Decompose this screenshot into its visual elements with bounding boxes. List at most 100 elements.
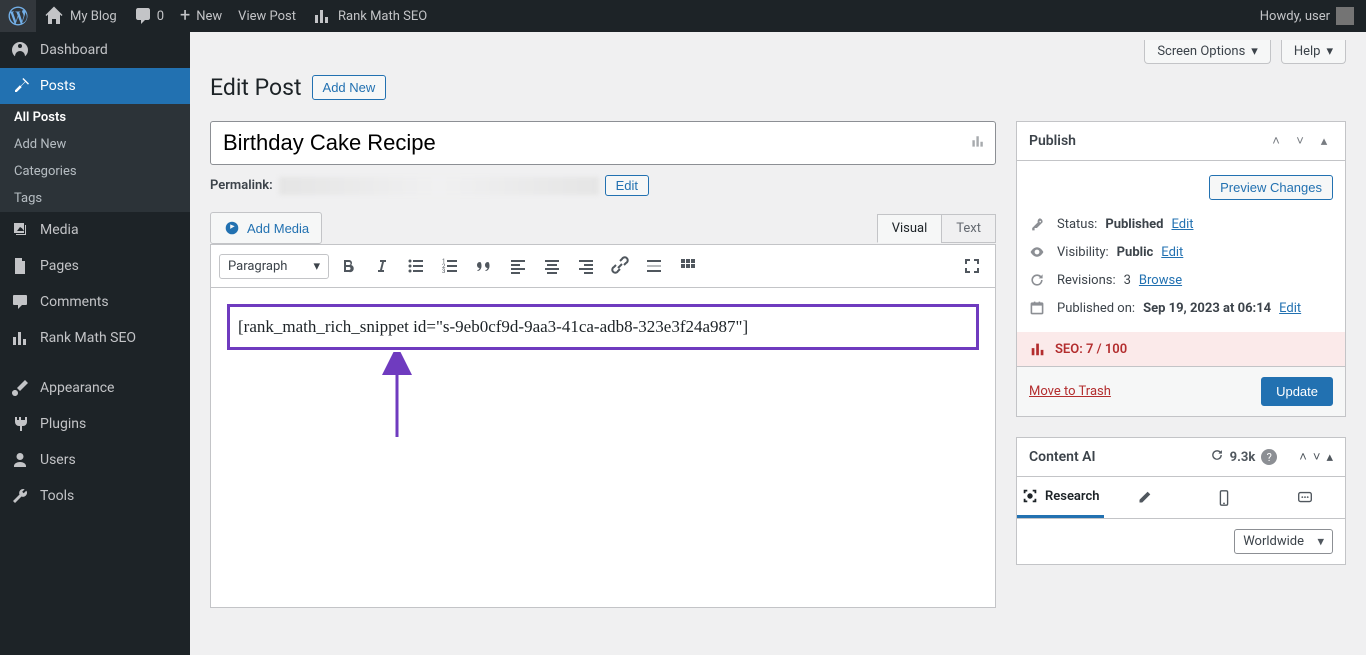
editor-tab-visual[interactable]: Visual xyxy=(877,214,943,243)
content-ai-metabox: Content AI 9.3k ? ˄ ˅ ▴ xyxy=(1016,437,1346,565)
sidebar-item-posts[interactable]: Posts xyxy=(0,68,190,104)
preview-changes-button[interactable]: Preview Changes xyxy=(1209,175,1333,200)
align-center-button[interactable] xyxy=(537,251,567,281)
readmore-button[interactable] xyxy=(639,251,669,281)
metabox-move-down[interactable]: ˅ xyxy=(1291,132,1309,150)
number-list-button[interactable]: 123 xyxy=(435,251,465,281)
blockquote-button[interactable] xyxy=(469,251,499,281)
editor-tab-text[interactable]: Text xyxy=(941,214,996,243)
phone-icon xyxy=(1215,489,1233,507)
visibility-edit-link[interactable]: Edit xyxy=(1161,245,1183,260)
shortcode-highlight: [rank_math_rich_snippet id="s-9eb0cf9d-9… xyxy=(227,304,979,350)
dashboard-icon xyxy=(10,40,30,60)
chat-icon xyxy=(1296,489,1314,507)
metabox-toggle[interactable]: ▴ xyxy=(1326,450,1333,465)
chevron-down-icon: ▾ xyxy=(313,259,320,274)
bullet-list-button[interactable] xyxy=(401,251,431,281)
content-ai-tab-chat[interactable] xyxy=(1265,477,1346,518)
metabox-move-down[interactable]: ˅ xyxy=(1313,449,1321,465)
sidebar-item-plugins[interactable]: Plugins xyxy=(0,406,190,442)
account-link[interactable]: Howdy, user xyxy=(1252,0,1362,32)
metabox-move-up[interactable]: ˄ xyxy=(1299,449,1307,465)
pencil-icon xyxy=(1135,489,1153,507)
comments-link[interactable]: 0 xyxy=(125,0,172,32)
sidebar-item-appearance[interactable]: Appearance xyxy=(0,370,190,406)
publish-metabox: Publish ˄ ˅ ▴ Preview Changes Status: Pu… xyxy=(1016,121,1346,417)
rank-math-title-icon[interactable] xyxy=(970,133,986,153)
sidebar-subitem-add-new[interactable]: Add New xyxy=(0,131,190,158)
update-button[interactable]: Update xyxy=(1261,377,1333,406)
bold-button[interactable] xyxy=(333,251,363,281)
new-content-link[interactable]: + New xyxy=(172,0,230,32)
chevron-down-icon: ▾ xyxy=(1251,44,1258,59)
site-name-link[interactable]: My Blog xyxy=(36,0,125,32)
sidebar-item-pages[interactable]: Pages xyxy=(0,248,190,284)
comment-icon xyxy=(133,6,153,26)
sidebar-item-rank-math[interactable]: Rank Math SEO xyxy=(0,320,190,356)
rank-math-adminbar-link[interactable]: Rank Math SEO xyxy=(304,0,435,32)
metabox-move-up[interactable]: ˄ xyxy=(1267,132,1285,150)
chart-bar-icon xyxy=(1029,340,1047,358)
visibility-value: Public xyxy=(1117,245,1154,260)
media-icon xyxy=(223,219,241,237)
published-edit-link[interactable]: Edit xyxy=(1279,301,1301,316)
format-select[interactable]: Paragraph▾ xyxy=(219,254,329,279)
screen-options-tab[interactable]: Screen Options▾ xyxy=(1144,40,1271,64)
sidebar-subitem-categories[interactable]: Categories xyxy=(0,158,190,185)
content-ai-tab-write[interactable] xyxy=(1104,477,1185,518)
key-icon xyxy=(1029,216,1049,232)
content-ai-credits: 9.3k xyxy=(1230,450,1256,465)
move-to-trash-link[interactable]: Move to Trash xyxy=(1029,384,1111,399)
page-content: Screen Options▾ Help▾ Edit Post Add New … xyxy=(190,32,1366,655)
permalink-label: Permalink: xyxy=(210,178,273,193)
wp-logo[interactable] xyxy=(0,0,36,32)
content-ai-tab-phone[interactable] xyxy=(1184,477,1265,518)
revisions-browse-link[interactable]: Browse xyxy=(1139,273,1182,288)
help-tab[interactable]: Help▾ xyxy=(1281,40,1346,64)
status-value: Published xyxy=(1105,217,1163,232)
revisions-icon xyxy=(1029,272,1049,288)
permalink-edit-button[interactable]: Edit xyxy=(605,175,649,196)
status-edit-link[interactable]: Edit xyxy=(1171,217,1193,232)
sidebar-subitem-all-posts[interactable]: All Posts xyxy=(0,104,190,131)
link-button[interactable] xyxy=(605,251,635,281)
page-icon xyxy=(10,256,30,276)
sidebar-item-tools[interactable]: Tools xyxy=(0,478,190,514)
view-post-link[interactable]: View Post xyxy=(230,0,304,32)
content-ai-region-select[interactable]: Worldwide xyxy=(1234,529,1333,554)
pin-icon xyxy=(10,76,30,96)
italic-button[interactable] xyxy=(367,251,397,281)
chevron-down-icon: ▾ xyxy=(1326,44,1333,59)
admin-bar: My Blog 0 + New View Post Rank Math SEO … xyxy=(0,0,1366,32)
metabox-toggle[interactable]: ▴ xyxy=(1315,132,1333,150)
help-icon[interactable]: ? xyxy=(1261,449,1277,465)
align-left-button[interactable] xyxy=(503,251,533,281)
annotation-arrow xyxy=(367,352,427,442)
eye-icon xyxy=(1029,244,1049,260)
seo-score-banner[interactable]: SEO: 7 / 100 xyxy=(1017,332,1345,366)
fullscreen-button[interactable] xyxy=(957,251,987,281)
side-column: Publish ˄ ˅ ▴ Preview Changes Status: Pu… xyxy=(1016,121,1346,585)
editor-body[interactable]: [rank_math_rich_snippet id="s-9eb0cf9d-9… xyxy=(210,288,996,608)
align-right-button[interactable] xyxy=(571,251,601,281)
admin-sidebar: Dashboard Posts All Posts Add New Catego… xyxy=(0,32,190,655)
svg-text:3: 3 xyxy=(442,268,445,275)
refresh-icon[interactable] xyxy=(1210,448,1224,466)
sidebar-item-users[interactable]: Users xyxy=(0,442,190,478)
add-media-button[interactable]: Add Media xyxy=(210,212,322,244)
published-label: Published on: xyxy=(1057,301,1135,316)
wordpress-icon xyxy=(8,6,28,26)
sidebar-item-media[interactable]: Media xyxy=(0,212,190,248)
revisions-label: Revisions: xyxy=(1057,273,1116,288)
content-ai-tab-research[interactable]: Research xyxy=(1017,477,1104,518)
sidebar-item-comments[interactable]: Comments xyxy=(0,284,190,320)
status-label: Status: xyxy=(1057,217,1097,232)
chart-bar-icon xyxy=(312,6,332,26)
add-new-button[interactable]: Add New xyxy=(312,75,387,100)
sidebar-subitem-tags[interactable]: Tags xyxy=(0,185,190,212)
toolbar-toggle-button[interactable] xyxy=(673,251,703,281)
comment-icon xyxy=(10,292,30,312)
post-title-input[interactable] xyxy=(210,121,996,165)
chart-bar-icon xyxy=(10,328,30,348)
sidebar-item-dashboard[interactable]: Dashboard xyxy=(0,32,190,68)
